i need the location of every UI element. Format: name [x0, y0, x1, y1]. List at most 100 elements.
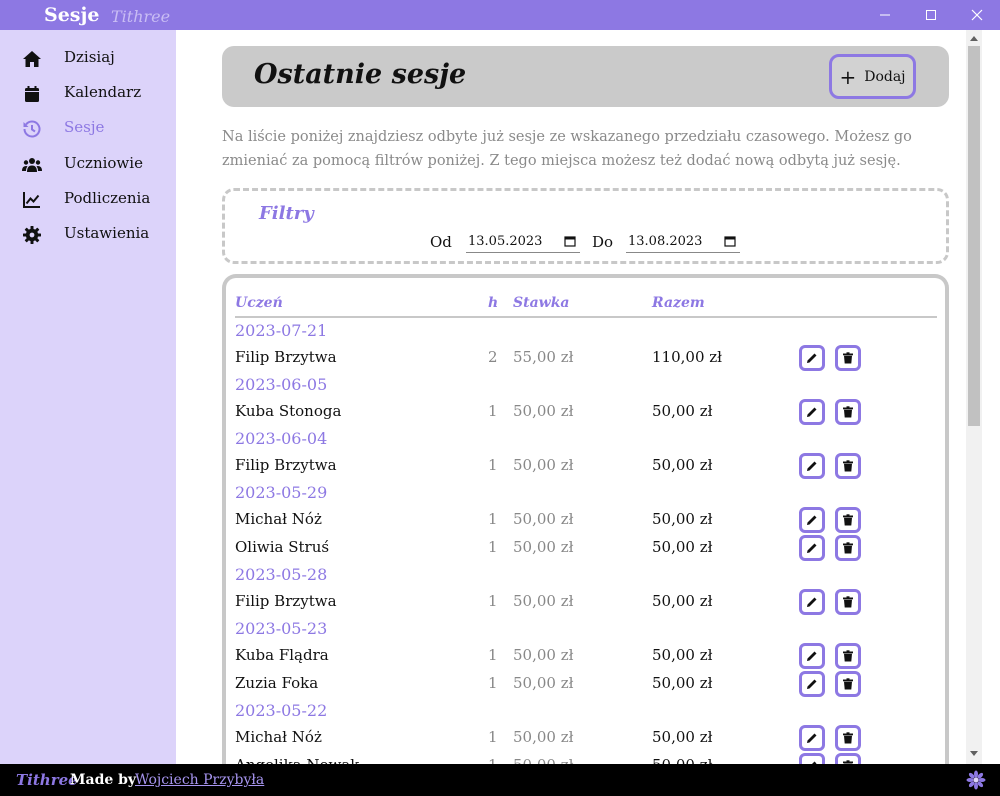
- to-date-value: 13.08.2023: [628, 234, 703, 249]
- hours-value: 1: [488, 592, 498, 610]
- main-content: Ostatnie sesje + Dodaj Na liście poniżej…: [176, 30, 966, 764]
- delete-button[interactable]: [835, 753, 861, 764]
- date-group-header: 2023-05-22: [235, 701, 328, 720]
- trash-icon: [843, 406, 853, 418]
- from-date-value: 13.05.2023: [468, 234, 543, 249]
- total-value: 50,00 zł: [652, 646, 713, 664]
- maximize-button[interactable]: [908, 0, 954, 30]
- student-name: Filip Brzytwa: [235, 456, 337, 474]
- sidebar-item-ustawienia[interactable]: Ustawienia: [0, 218, 176, 250]
- scroll-up-arrow[interactable]: [966, 30, 982, 46]
- users-icon: [22, 158, 42, 172]
- student-name: Filip Brzytwa: [235, 592, 337, 610]
- sidebar-item-label: Ustawienia: [64, 224, 150, 242]
- column-header-total: Razem: [652, 295, 705, 311]
- edit-button[interactable]: [799, 535, 825, 561]
- trash-icon: [843, 514, 853, 526]
- delete-button[interactable]: [835, 507, 861, 533]
- table-row: Zuzia Foka 1 50,00 zł 50,00 zł: [226, 670, 946, 698]
- date-group-header: 2023-06-04: [235, 429, 328, 448]
- to-date-input[interactable]: 13.08.2023: [626, 231, 740, 253]
- pencil-icon: [807, 407, 817, 417]
- delete-button[interactable]: [835, 535, 861, 561]
- to-label: Do: [592, 233, 614, 251]
- edit-button[interactable]: [799, 671, 825, 697]
- delete-button[interactable]: [835, 345, 861, 371]
- table-row: Angelika Nowak 1 50,00 zł 50,00 zł: [226, 752, 946, 764]
- from-label: Od: [430, 233, 452, 251]
- sidebar-item-kalendarz[interactable]: Kalendarz: [0, 77, 176, 109]
- page-description: Na liście poniżej znajdziesz odbyte już …: [222, 129, 912, 169]
- maximize-icon: [926, 10, 936, 20]
- edit-button[interactable]: [799, 453, 825, 479]
- sidebar-item-sesje[interactable]: Sesje: [0, 112, 176, 144]
- rate-value: 50,00 zł: [513, 756, 573, 764]
- scroll-thumb[interactable]: [968, 46, 980, 426]
- trash-icon: [843, 352, 853, 364]
- trash-icon: [843, 460, 853, 472]
- table-row: Michał Nóż 1 50,00 zł 50,00 zł: [226, 506, 946, 534]
- delete-button[interactable]: [835, 453, 861, 479]
- edit-button[interactable]: [799, 589, 825, 615]
- from-date-input[interactable]: 13.05.2023: [466, 231, 580, 253]
- total-value: 50,00 zł: [652, 674, 713, 692]
- vertical-scrollbar[interactable]: [966, 30, 982, 764]
- calendar-picker-icon[interactable]: [724, 235, 736, 247]
- pencil-icon: [807, 651, 817, 661]
- hours-value: 1: [488, 728, 498, 746]
- title-bar: Sesje Tithree: [0, 0, 1000, 30]
- delete-button[interactable]: [835, 399, 861, 425]
- minimize-button[interactable]: [862, 0, 908, 30]
- edit-button[interactable]: [799, 399, 825, 425]
- calendar-icon: [25, 86, 39, 102]
- rate-value: 50,00 zł: [513, 646, 574, 664]
- page-header: Ostatnie sesje + Dodaj: [222, 46, 949, 107]
- edit-button[interactable]: [799, 345, 825, 371]
- author-link[interactable]: Wojciech Przybyła: [135, 772, 264, 788]
- sidebar-item-dzisiaj[interactable]: Dzisiaj: [0, 42, 176, 74]
- rate-value: 50,00 zł: [513, 728, 574, 746]
- pencil-icon: [807, 679, 817, 689]
- edit-button[interactable]: [799, 507, 825, 533]
- table-row: Oliwia Struś 1 50,00 zł 50,00 zł: [226, 534, 946, 562]
- column-header-student: Uczeń: [235, 295, 283, 311]
- edit-button[interactable]: [799, 643, 825, 669]
- scroll-down-arrow[interactable]: [966, 746, 982, 762]
- chevron-down-icon: [970, 751, 978, 756]
- date-group-header: 2023-07-21: [235, 321, 328, 340]
- delete-button[interactable]: [835, 671, 861, 697]
- delete-button[interactable]: [835, 589, 861, 615]
- pencil-icon: [807, 543, 817, 553]
- table-row: Michał Nóż 1 50,00 zł 50,00 zł: [226, 724, 946, 752]
- total-value: 50,00 zł: [652, 402, 713, 420]
- sidebar-item-podliczenia[interactable]: Podliczenia: [0, 183, 176, 215]
- rate-value: 50,00 zł: [513, 538, 574, 556]
- student-name: Zuzia Foka: [235, 674, 319, 692]
- sidebar-item-label: Uczniowie: [64, 154, 143, 172]
- edit-button[interactable]: [799, 725, 825, 751]
- close-button[interactable]: [954, 0, 1000, 30]
- table-row: Filip Brzytwa 1 50,00 zł 50,00 zł: [226, 452, 946, 480]
- edit-button[interactable]: [799, 753, 825, 764]
- date-group-header: 2023-05-28: [235, 565, 328, 584]
- sidebar-item-uczniowie[interactable]: Uczniowie: [0, 148, 176, 180]
- pencil-icon: [807, 597, 817, 607]
- hours-value: 2: [488, 348, 498, 366]
- window-edge: [982, 30, 1000, 764]
- sidebar: Dzisiaj Kalendarz Sesje Uczniowie Podlic…: [0, 30, 176, 764]
- total-value: 50,00 zł: [652, 456, 713, 474]
- add-session-button[interactable]: + Dodaj: [829, 54, 916, 99]
- calendar-picker-icon[interactable]: [564, 235, 576, 247]
- history-icon: [23, 120, 41, 138]
- total-value: 50,00 zł: [652, 510, 713, 528]
- student-name: Kuba Flądra: [235, 646, 329, 664]
- student-name: Michał Nóż: [235, 510, 322, 528]
- trash-icon: [843, 596, 853, 608]
- filters-title: Filtry: [259, 203, 314, 224]
- date-group-header: 2023-06-05: [235, 375, 328, 394]
- flower-logo-icon: [966, 770, 986, 790]
- delete-button[interactable]: [835, 643, 861, 669]
- delete-button[interactable]: [835, 725, 861, 751]
- student-name: Kuba Stonoga: [235, 402, 342, 420]
- rate-value: 50,00 zł: [513, 592, 574, 610]
